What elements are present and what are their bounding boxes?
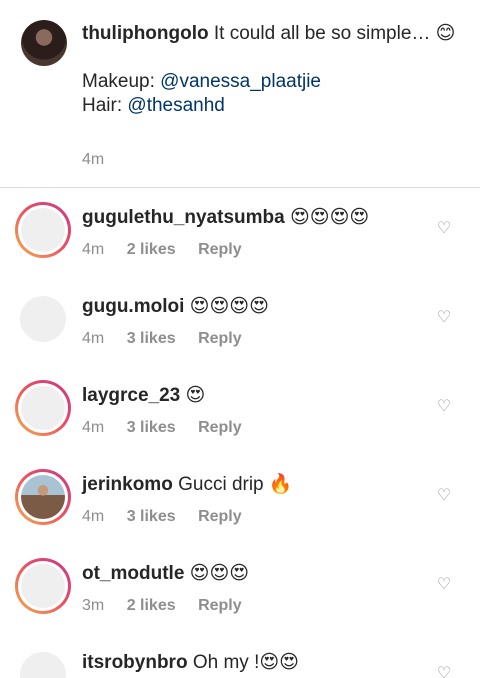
comment-body: 😍😍😍 bbox=[189, 563, 250, 584]
comment-time: 4m bbox=[82, 330, 105, 347]
comment-likes[interactable]: 2 likes bbox=[127, 241, 176, 258]
comment-body: 😍😍😍😍 bbox=[289, 207, 370, 228]
comment-username[interactable]: itsrobynbro bbox=[82, 652, 188, 673]
heart-outline-icon[interactable]: ♡ bbox=[436, 488, 452, 504]
comment-meta: 4m 3 likes Reply bbox=[82, 330, 260, 348]
comment-item: laygrce_23 😍 4m 3 likes Reply ♡ bbox=[0, 366, 480, 455]
comment-body: Gucci drip 🔥 bbox=[178, 474, 293, 495]
commenter-avatar[interactable] bbox=[15, 291, 71, 347]
post-caption: thuliphongolo It could all be so simple…… bbox=[0, 0, 480, 188]
hair-label: Hair: bbox=[82, 95, 123, 116]
comment-item: jerinkomo Gucci drip 🔥 4m 3 likes Reply … bbox=[0, 455, 480, 544]
comment-username[interactable]: laygrce_23 bbox=[82, 385, 180, 406]
comment-time: 3m bbox=[82, 597, 105, 614]
heart-outline-icon[interactable]: ♡ bbox=[436, 310, 452, 326]
comment-username[interactable]: jerinkomo bbox=[82, 474, 173, 495]
heart-outline-icon[interactable]: ♡ bbox=[436, 666, 452, 678]
caption-body: It could all be so simple… 😊 bbox=[213, 23, 456, 44]
comment-time: 4m bbox=[82, 419, 105, 436]
comment-body: Oh my !😍😍 bbox=[192, 652, 299, 673]
comment-username[interactable]: ot_modutle bbox=[82, 563, 184, 584]
comment-text: jerinkomo Gucci drip 🔥 bbox=[82, 473, 293, 497]
comment-likes[interactable]: 3 likes bbox=[127, 330, 176, 347]
comment-time: 4m bbox=[82, 241, 105, 258]
reply-button[interactable]: Reply bbox=[198, 330, 242, 347]
author-avatar[interactable] bbox=[21, 20, 67, 66]
comment-time: 4m bbox=[82, 508, 105, 525]
reply-button[interactable]: Reply bbox=[198, 597, 242, 614]
comment-meta: 4m 3 likes Reply bbox=[82, 419, 260, 437]
comment-item: ot_modutle 😍😍😍 3m 2 likes Reply ♡ bbox=[0, 544, 480, 633]
commenter-avatar[interactable] bbox=[15, 202, 71, 258]
author-username[interactable]: thuliphongolo bbox=[82, 23, 209, 44]
makeup-label: Makeup: bbox=[82, 71, 155, 92]
comment-meta: 3m 2 likes Reply bbox=[82, 597, 260, 615]
comment-meta: 4m 3 likes Reply bbox=[82, 508, 260, 526]
heart-outline-icon[interactable]: ♡ bbox=[436, 221, 452, 237]
comment-likes[interactable]: 3 likes bbox=[127, 419, 176, 436]
heart-outline-icon[interactable]: ♡ bbox=[436, 399, 452, 415]
makeup-mention-link[interactable]: @vanessa_plaatjie bbox=[160, 71, 321, 92]
commenter-avatar[interactable] bbox=[15, 469, 71, 525]
heart-outline-icon[interactable]: ♡ bbox=[436, 577, 452, 593]
comment-text: gugu.moloi 😍😍😍😍 bbox=[82, 295, 269, 319]
commenter-avatar[interactable] bbox=[15, 380, 71, 436]
commenter-avatar[interactable] bbox=[15, 647, 71, 678]
comment-body: 😍😍😍😍 bbox=[189, 296, 269, 317]
comment-item: gugulethu_nyatsumba 😍😍😍😍 4m 2 likes Repl… bbox=[0, 188, 480, 277]
comment-meta: 4m 2 likes Reply bbox=[82, 241, 260, 259]
comment-username[interactable]: gugulethu_nyatsumba bbox=[82, 207, 285, 228]
comment-username[interactable]: gugu.moloi bbox=[82, 296, 184, 317]
comment-text: gugulethu_nyatsumba 😍😍😍😍 bbox=[82, 206, 369, 230]
commenter-avatar[interactable] bbox=[15, 558, 71, 614]
comment-text: ot_modutle 😍😍😍 bbox=[82, 562, 249, 586]
comment-item: gugu.moloi 😍😍😍😍 4m 3 likes Reply ♡ bbox=[0, 277, 480, 366]
comment-item: itsrobynbro Oh my !😍😍 ♡ bbox=[0, 633, 480, 678]
comment-body: 😍 bbox=[185, 385, 206, 406]
reply-button[interactable]: Reply bbox=[198, 241, 242, 258]
comment-likes[interactable]: 3 likes bbox=[127, 508, 176, 525]
comment-text: laygrce_23 😍 bbox=[82, 384, 205, 408]
comment-likes[interactable]: 2 likes bbox=[127, 597, 176, 614]
hair-mention-link[interactable]: @thesanhd bbox=[127, 95, 224, 116]
reply-button[interactable]: Reply bbox=[198, 508, 242, 525]
caption-text: thuliphongolo It could all be so simple…… bbox=[82, 22, 462, 118]
reply-button[interactable]: Reply bbox=[198, 419, 242, 436]
comment-text: itsrobynbro Oh my !😍😍 bbox=[82, 651, 299, 675]
caption-timestamp: 4m bbox=[82, 151, 105, 168]
